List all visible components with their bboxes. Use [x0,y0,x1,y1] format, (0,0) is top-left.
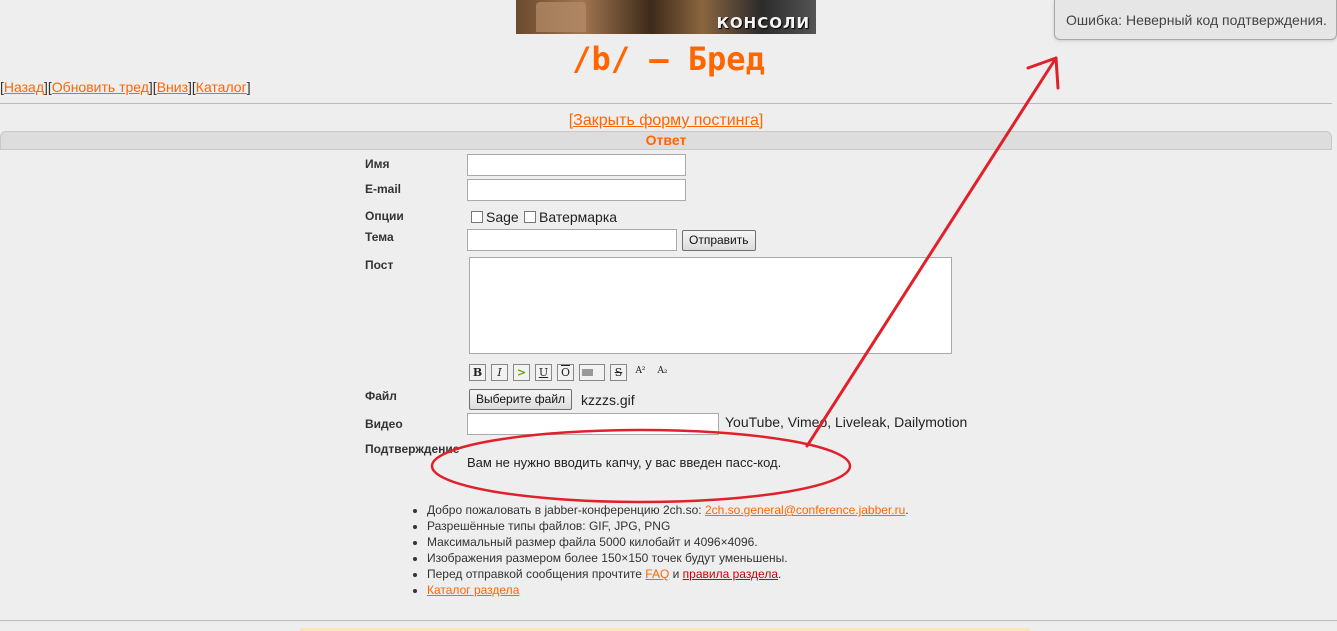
email-label: E-mail [365,182,402,196]
video-hint: YouTube, Vimeo, Liveleak, Dailymotion [725,414,968,430]
read-suffix: . [778,567,782,581]
rules-list: Добро пожаловать в jabber-конференцию 2c… [405,502,909,598]
italic-button[interactable]: I [491,364,508,381]
pass-code-note: Вам не нужно вводить капчу, у вас введен… [467,455,782,470]
video-input[interactable] [467,413,719,435]
subject-input[interactable] [467,229,677,251]
divider [0,103,1332,104]
close-form-link[interactable]: [Закрыть форму постинга] [569,112,764,129]
list-item: Разрешённые типы файлов: GIF, JPG, PNG [427,518,909,534]
reply-header: Ответ [0,131,1332,150]
nav-catalog-link[interactable]: Каталог [196,79,247,95]
email-input[interactable] [467,179,686,201]
name-input[interactable] [467,154,686,176]
sage-checkbox[interactable]: Sage [471,209,519,225]
sage-label: Sage [486,209,519,225]
subject-label: Тема [365,230,394,244]
list-item: Максимальный размер файла 5000 килобайт … [427,534,909,550]
subscript-button[interactable]: A₂ [654,364,671,381]
bottom-divider [0,620,1337,621]
thread-nav: [Назад][Обновить тред][Вниз][Каталог] [0,79,251,95]
superscript-button[interactable]: A² [632,364,649,381]
strike-button[interactable]: S [610,364,627,381]
post-label: Пост [365,258,394,272]
name-label: Имя [365,157,390,171]
toggle-form-wrap: [Закрыть форму постинга] [0,112,1332,130]
selected-file-name: kzzzs.gif [581,392,635,408]
list-item: Перед отправкой сообщения прочтите FAQ и… [427,566,909,582]
jabber-link[interactable]: 2ch.so.general@conference.jabber.ru [705,503,905,517]
choose-file-button[interactable]: Выберите файл [469,389,573,410]
error-message: Ошибка: Неверный код подтверждения. [1066,12,1327,28]
list-item: Добро пожаловать в jabber-конференцию 2c… [427,502,909,518]
underline-button[interactable]: U [535,364,552,381]
submit-button[interactable]: Отправить [682,230,756,251]
read-text: Перед отправкой сообщения прочтите [427,567,646,581]
watermark-label: Ватермарка [539,209,618,225]
jabber-suffix: . [905,503,909,517]
board-rules-link[interactable]: правила раздела [683,567,778,581]
jabber-text: Добро пожаловать в jabber-конференцию 2c… [427,503,705,517]
spoiler-button[interactable] [579,364,605,381]
board-catalog-link[interactable]: Каталог раздела [427,583,519,597]
quote-button[interactable]: > [513,364,530,381]
post-textarea[interactable] [469,257,952,354]
bold-button[interactable]: B [469,364,486,381]
list-item: Каталог раздела [427,582,909,598]
overline-button[interactable]: O [557,364,574,381]
nav-back-link[interactable]: Назад [4,79,44,95]
nav-refresh-link[interactable]: Обновить тред [52,79,149,95]
list-item: Изображения размером более 150×150 точек… [427,550,909,566]
error-notification[interactable]: Ошибка: Неверный код подтверждения. [1054,0,1337,40]
banner-text: КОНСОЛИ [716,14,810,32]
watermark-checkbox-box[interactable] [524,211,536,223]
confirm-label: Подтверждение [365,442,460,456]
file-label: Файл [365,389,397,403]
board-banner[interactable]: КОНСОЛИ [516,0,816,34]
nav-down-link[interactable]: Вниз [157,79,188,95]
sage-checkbox-box[interactable] [471,211,483,223]
options-label: Опции [365,209,404,223]
and-text: и [669,567,683,581]
video-label: Видео [365,417,403,431]
faq-link[interactable]: FAQ [645,567,669,581]
page-title: /b/ – Бред [572,40,765,78]
watermark-checkbox[interactable]: Ватермарка [524,209,617,225]
